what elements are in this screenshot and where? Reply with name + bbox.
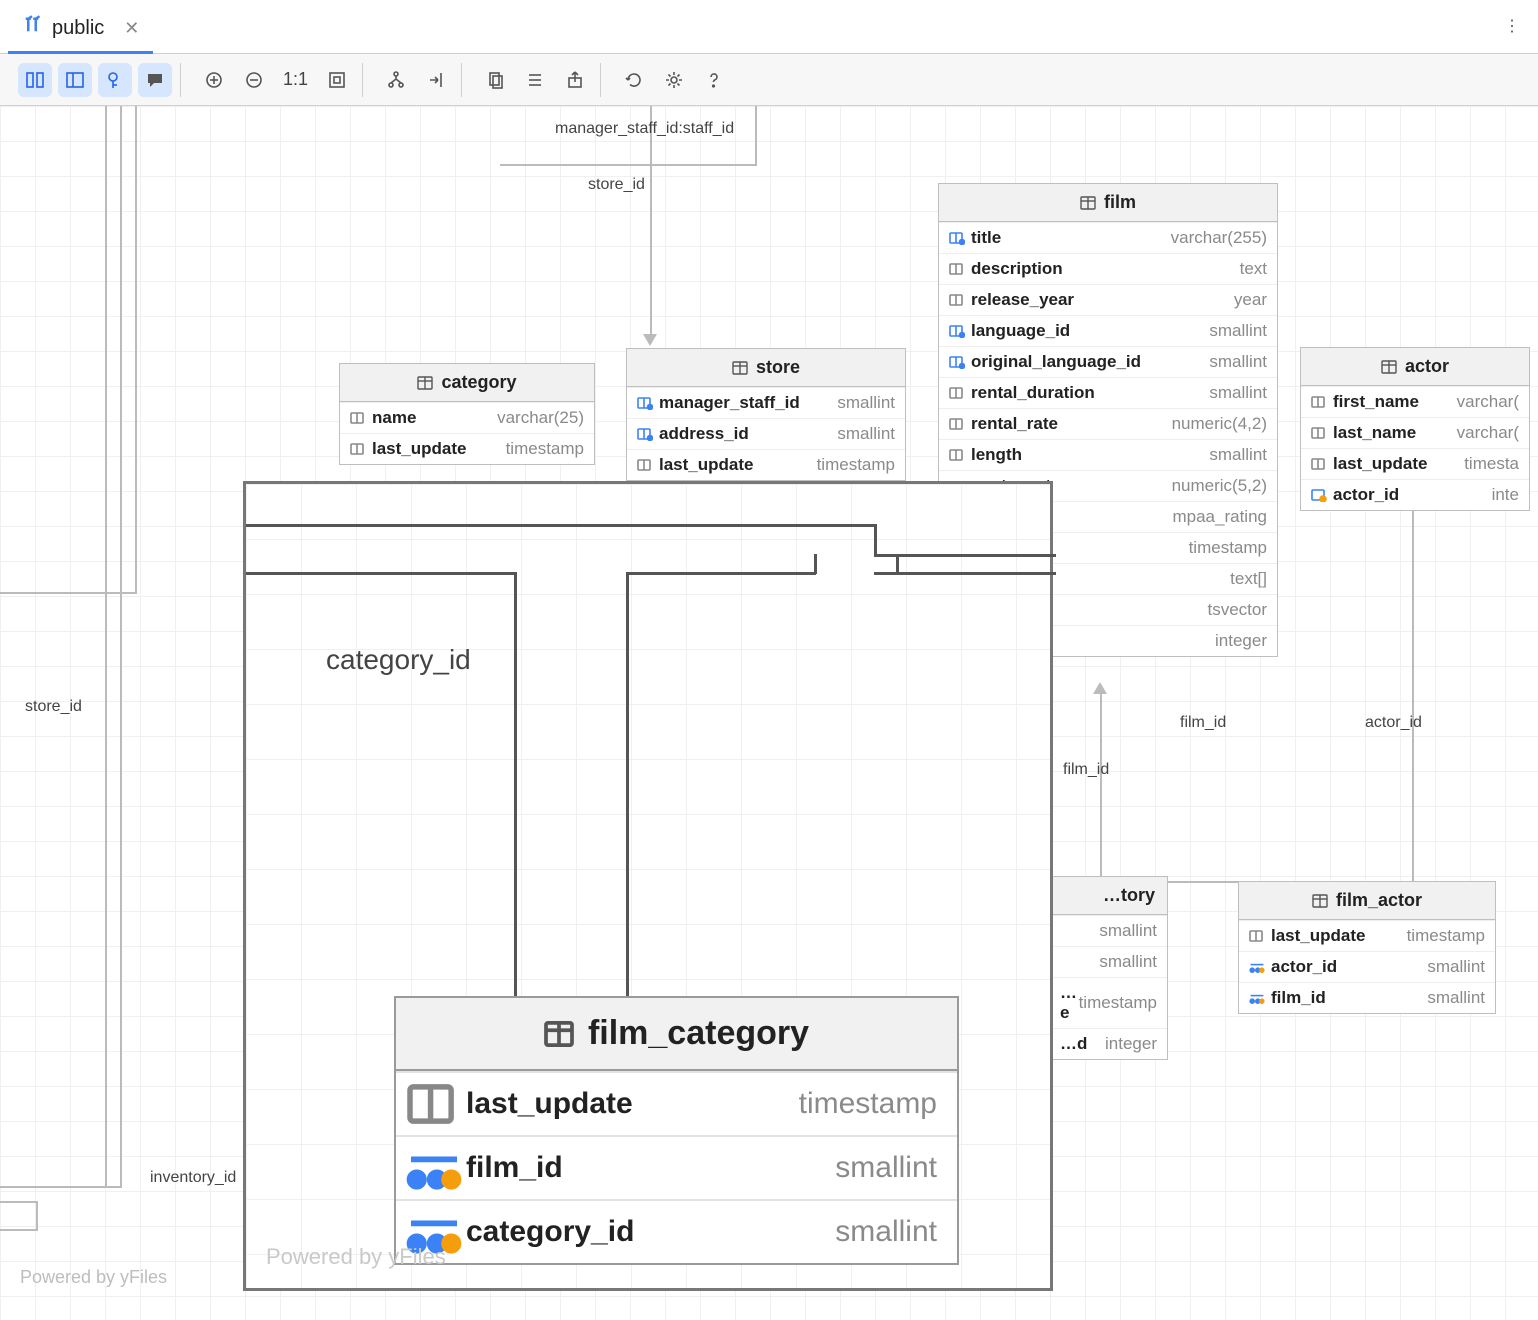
edge xyxy=(36,1201,38,1229)
help-button[interactable] xyxy=(697,63,731,97)
tab-bar: public ✕ ⋮ xyxy=(0,0,1538,54)
tab-label: public xyxy=(52,17,104,40)
edge-label-actor-id: actor_id xyxy=(1365,714,1422,732)
edge xyxy=(650,106,652,336)
edge xyxy=(874,524,877,554)
edge xyxy=(135,106,137,592)
table-inventory-partial[interactable]: …tory smallint smallint …etimestamp …din… xyxy=(1050,876,1168,1060)
edge-label-category-id: category_id xyxy=(326,644,471,676)
layout-tree-button[interactable] xyxy=(379,63,413,97)
edge-label-film-id: film_id xyxy=(1063,761,1109,779)
zoom-reset-button[interactable]: 1:1 xyxy=(277,69,314,90)
edge xyxy=(514,572,517,1002)
edge-label-inventory-id: inventory_id xyxy=(150,1169,236,1187)
arrow-down-icon xyxy=(643,334,657,346)
edge xyxy=(0,1201,36,1203)
layout-columns-button[interactable] xyxy=(18,63,52,97)
toolbar: 1:1 xyxy=(0,54,1538,106)
edge xyxy=(874,554,1056,557)
tab-public[interactable]: public ✕ xyxy=(8,5,153,53)
edge-label-manager-staff: manager_staff_id:staff_id xyxy=(555,120,734,138)
arrow-up-icon xyxy=(1093,682,1107,694)
align-button[interactable] xyxy=(419,63,453,97)
schema-icon xyxy=(22,15,42,41)
footer-credit: Powered by yFiles xyxy=(20,1267,167,1288)
edge-label-film-id: film_id xyxy=(1180,714,1226,732)
fit-screen-button[interactable] xyxy=(320,63,354,97)
comment-icon[interactable] xyxy=(138,63,172,97)
edge xyxy=(755,106,757,166)
edge xyxy=(814,554,817,574)
table-film-actor[interactable]: film_actor last_updatetimestamp actor_id… xyxy=(1238,881,1496,1014)
close-icon[interactable]: ✕ xyxy=(124,18,139,39)
edge-label-store-id: store_id xyxy=(588,176,645,194)
diagram-canvas[interactable]: store_id inventory_id store_id manager_s… xyxy=(0,106,1538,1320)
edge xyxy=(0,1229,38,1231)
table-store[interactable]: store manager_staff_idsmallint address_i… xyxy=(626,348,906,481)
edge xyxy=(120,106,122,1186)
edge xyxy=(246,524,876,527)
table-actor[interactable]: actor first_namevarchar( last_namevarcha… xyxy=(1300,347,1530,511)
magnifier-view[interactable]: category_id film_category last_updatetim… xyxy=(243,481,1053,1291)
footer-credit: Powered by yFiles xyxy=(266,1244,446,1270)
edge-label-store-id: store_id xyxy=(25,698,82,716)
table-film-category[interactable]: film_category last_updatetimestamp film_… xyxy=(394,996,959,1265)
list-button[interactable] xyxy=(518,63,552,97)
edge xyxy=(626,572,816,575)
edge xyxy=(874,572,1056,575)
overflow-menu-icon[interactable]: ⋮ xyxy=(1504,16,1520,36)
edge xyxy=(1100,693,1102,883)
refresh-button[interactable] xyxy=(617,63,651,97)
edge xyxy=(0,1186,122,1188)
settings-button[interactable] xyxy=(657,63,691,97)
key-icon[interactable] xyxy=(98,63,132,97)
copy-button[interactable] xyxy=(478,63,512,97)
edge xyxy=(0,592,137,594)
layout-panel-button[interactable] xyxy=(58,63,92,97)
edge xyxy=(626,572,629,1002)
edge xyxy=(896,554,899,574)
edge xyxy=(105,106,107,1186)
zoom-out-button[interactable] xyxy=(237,63,271,97)
edge xyxy=(246,572,516,575)
table-category[interactable]: category namevarchar(25) last_updatetime… xyxy=(339,363,595,465)
export-button[interactable] xyxy=(558,63,592,97)
edge xyxy=(500,164,755,166)
zoom-in-button[interactable] xyxy=(197,63,231,97)
